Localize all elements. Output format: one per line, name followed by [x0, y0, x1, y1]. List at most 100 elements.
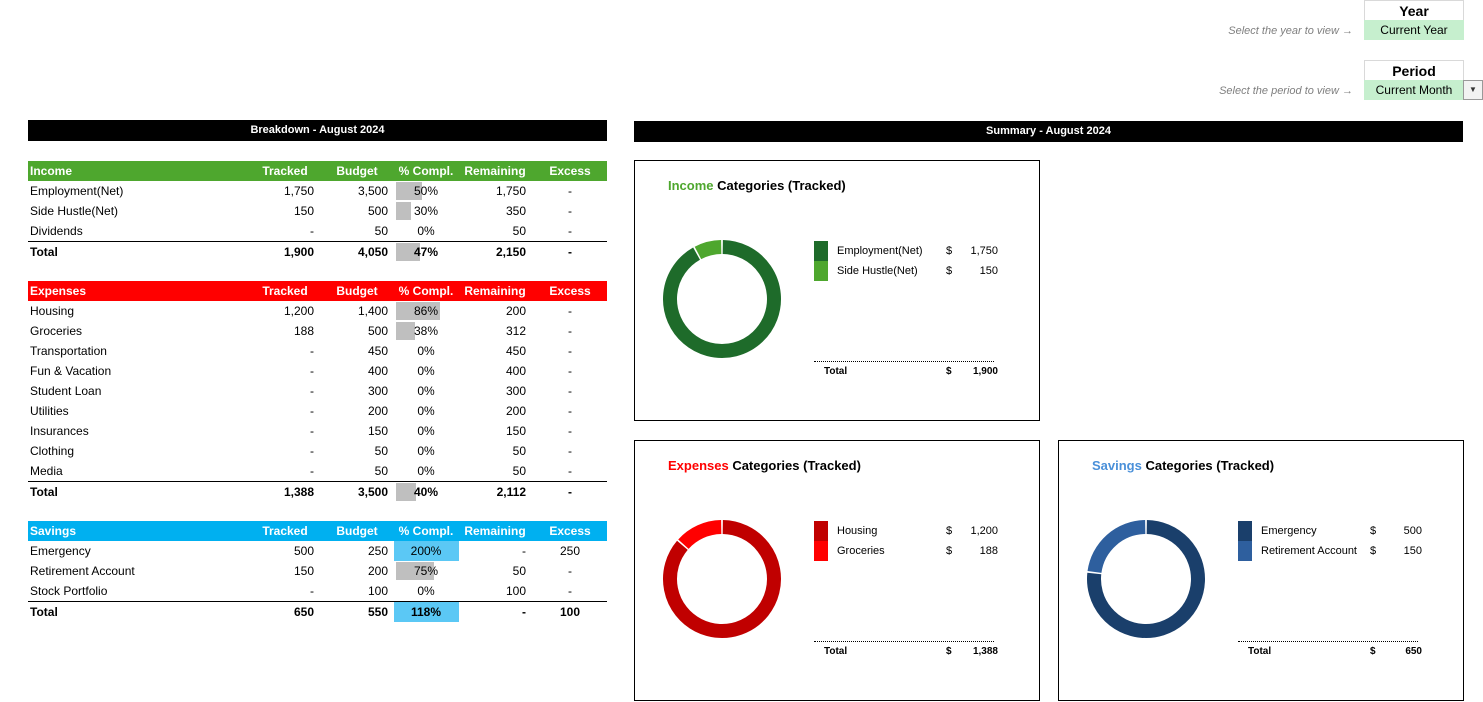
table-row: Clothing - 50 0% 50 - — [28, 441, 607, 461]
legend-item: Emergency $500 — [1238, 521, 1438, 541]
row-pct-complete: 0% — [417, 384, 435, 398]
donut-chart — [1087, 520, 1205, 638]
row-remaining: 150 — [505, 424, 526, 438]
row-name: Retirement Account — [30, 564, 135, 578]
row-tracked: 1,388 — [283, 485, 314, 499]
period-select[interactable]: Current Month — [1364, 80, 1464, 100]
legend-label: Housing — [837, 525, 878, 537]
row-remaining: 200 — [505, 404, 526, 418]
row-tracked: 1,900 — [283, 245, 314, 259]
year-select[interactable]: Current Year — [1364, 20, 1464, 40]
legend-item: Retirement Account $150 — [1238, 541, 1438, 561]
row-remaining: 100 — [505, 584, 526, 598]
row-tracked: - — [310, 344, 314, 358]
legend-total-value: 1,388 — [972, 646, 998, 657]
legend-label: Groceries — [837, 545, 885, 557]
row-remaining: 50 — [512, 564, 526, 578]
table-row: Side Hustle(Net) 150 500 30% 350 - — [28, 201, 607, 221]
header-excess: Excess — [549, 284, 591, 298]
row-budget: 450 — [367, 344, 388, 358]
row-tracked: 150 — [293, 564, 314, 578]
legend-item: Employment(Net) $1,750 — [814, 241, 1014, 261]
savings-header-label: Savings — [30, 524, 77, 538]
legend-item: Groceries $188 — [814, 541, 1014, 561]
breakdown-title: Breakdown - August 2024 — [28, 120, 607, 141]
legend-label: Side Hustle(Net) — [837, 265, 918, 277]
row-tracked: 500 — [293, 544, 314, 558]
row-excess: - — [568, 184, 572, 198]
legend-total-currency: $ — [946, 646, 952, 657]
row-excess: - — [568, 485, 572, 499]
legend-currency: $ — [946, 525, 953, 537]
savings-header-row: Savings Tracked Budget % Compl. Remaining Exc… — [28, 521, 607, 541]
legend-total-value: 1,900 — [972, 366, 998, 377]
period-dropdown-button[interactable]: ▼ — [1463, 80, 1483, 100]
legend-currency: $ — [946, 265, 953, 277]
expenses-chart-panel: Expenses Categories (Tracked) Housing $1,2… — [634, 440, 1040, 701]
expenses-total-row: Total 1,388 3,500 40% 2,112 - — [28, 481, 607, 502]
row-remaining: - — [522, 544, 526, 558]
legend-label: Employment(Net) — [837, 245, 923, 257]
row-excess: - — [568, 324, 572, 338]
row-tracked: - — [310, 364, 314, 378]
table-row: Employment(Net) 1,750 3,500 50% 1,750 - — [28, 181, 607, 201]
legend-swatch — [814, 261, 828, 281]
row-excess: - — [568, 564, 572, 578]
row-pct-complete: 0% — [417, 444, 435, 458]
row-name: Side Hustle(Net) — [30, 204, 119, 218]
row-remaining: 312 — [505, 324, 526, 338]
row-remaining: 350 — [505, 204, 526, 218]
row-remaining: 300 — [505, 384, 526, 398]
row-excess: - — [568, 224, 572, 238]
row-budget: 500 — [367, 204, 388, 218]
row-pct-complete: 40% — [413, 485, 439, 499]
row-remaining: 1,750 — [495, 184, 526, 198]
row-excess: - — [568, 304, 572, 318]
row-excess: - — [568, 464, 572, 478]
row-budget: 300 — [367, 384, 388, 398]
row-budget: 50 — [374, 464, 388, 478]
row-excess: - — [568, 584, 572, 598]
row-tracked: - — [310, 464, 314, 478]
row-budget: 50 — [374, 224, 388, 238]
legend-swatch — [814, 241, 828, 261]
row-pct-complete: 0% — [417, 464, 435, 478]
row-name: Emergency — [30, 544, 91, 558]
header-pct-complete: % Compl. — [398, 284, 454, 298]
chevron-down-icon: ▼ — [1469, 85, 1477, 94]
legend-currency: $ — [1370, 525, 1377, 537]
legend-total-value: 650 — [1405, 646, 1422, 657]
row-budget: 200 — [367, 564, 388, 578]
donut-slice-retirement-account — [1087, 520, 1146, 574]
row-tracked: 1,200 — [283, 304, 314, 318]
legend-total: Total $1,388 — [814, 642, 1014, 662]
year-hint: Select the year to view → — [1228, 25, 1353, 37]
savings-total-row: Total 650 550 118% - 100 — [28, 601, 607, 622]
row-name: Total — [30, 605, 58, 619]
row-pct-complete: 0% — [417, 364, 435, 378]
row-pct-complete: 200% — [410, 544, 442, 558]
legend-total: Total $650 — [1238, 642, 1438, 662]
donut-slice-side-hustle-net- — [694, 240, 722, 260]
row-tracked: - — [310, 224, 314, 238]
donut-chart — [663, 520, 781, 638]
table-row: Stock Portfolio - 100 0% 100 - — [28, 581, 607, 601]
row-excess: - — [568, 364, 572, 378]
row-pct-complete: 0% — [417, 584, 435, 598]
expenses-header-label: Expenses — [30, 284, 87, 298]
savings-chart-panel: Savings Categories (Tracked) Emergency $50… — [1058, 440, 1464, 701]
row-name: Clothing — [30, 444, 75, 458]
row-budget: 1,400 — [357, 304, 388, 318]
row-remaining: 450 — [505, 344, 526, 358]
row-remaining: 50 — [512, 464, 526, 478]
legend-total-label: Total — [1248, 646, 1272, 657]
row-budget: 200 — [367, 404, 388, 418]
row-budget: 500 — [367, 324, 388, 338]
row-name: Insurances — [30, 424, 89, 438]
income-total-row: Total 1,900 4,050 47% 2,150 - — [28, 241, 607, 262]
row-tracked: 188 — [293, 324, 314, 338]
row-pct-complete: 0% — [417, 224, 435, 238]
row-budget: 550 — [367, 605, 388, 619]
expenses-header-row: Expenses Tracked Budget % Compl. Remaining Ex… — [28, 281, 607, 301]
header-remaining: Remaining — [464, 524, 526, 538]
